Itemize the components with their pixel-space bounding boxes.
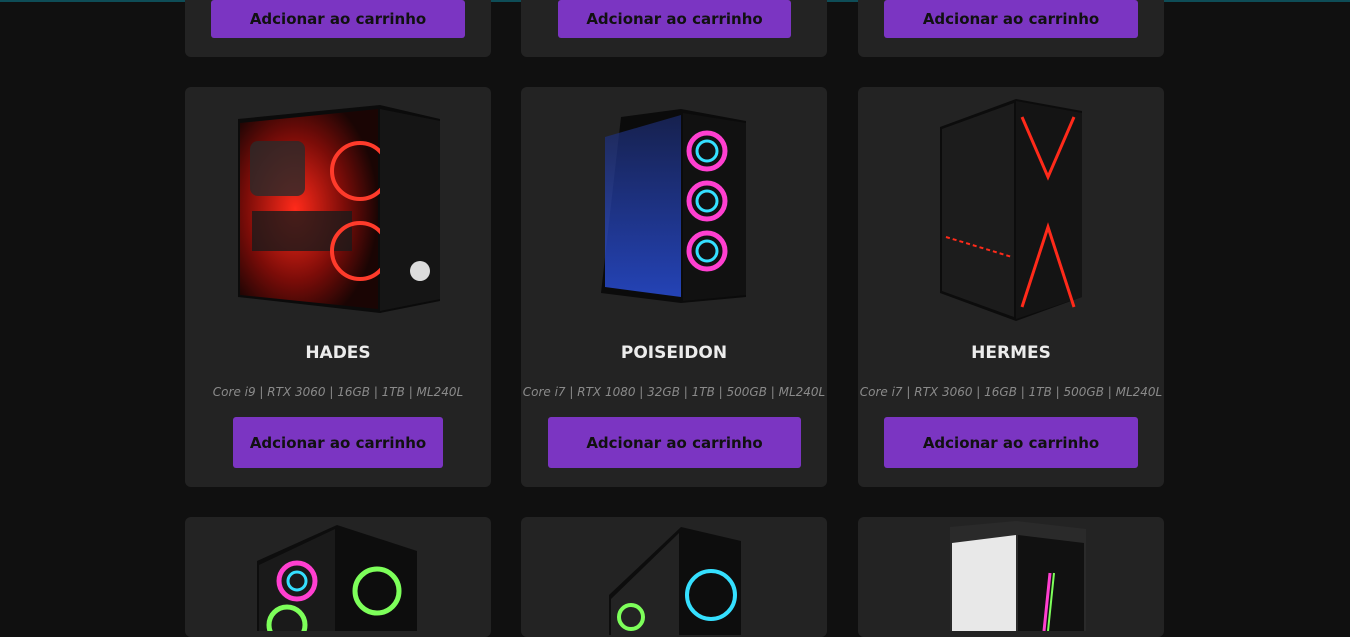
product-card — [185, 517, 491, 637]
product-card: Adcionar ao carrinho — [185, 0, 491, 57]
product-name: HADES — [305, 343, 371, 363]
pc-case-mesh-icon — [609, 527, 741, 635]
pc-case-rgb-icon — [257, 525, 417, 631]
product-card-poiseidon: POISEIDON Core i7 | RTX 1080 | 32GB | 1T… — [521, 87, 827, 487]
pc-case-red-icon — [238, 105, 440, 313]
product-card: Adcionar ao carrinho — [858, 0, 1164, 57]
product-card: Adcionar ao carrinho — [521, 0, 827, 57]
pc-case-x-light-icon — [940, 99, 1082, 321]
product-specs: Core i7 | RTX 3060 | 16GB | 1TB | 500GB … — [859, 385, 1163, 399]
add-to-cart-button[interactable]: Adcionar ao carrinho — [548, 417, 801, 468]
product-card-hermes: HERMES Core i7 | RTX 3060 | 16GB | 1TB |… — [858, 87, 1164, 487]
product-name: POISEIDON — [620, 343, 728, 363]
product-card-hades: HADES Core i9 | RTX 3060 | 16GB | 1TB | … — [185, 87, 491, 487]
product-specs: Core i9 | RTX 3060 | 16GB | 1TB | ML240L — [212, 385, 464, 399]
add-to-cart-button[interactable]: Adcionar ao carrinho — [884, 417, 1138, 468]
product-card — [521, 517, 827, 637]
add-to-cart-button[interactable]: Adcionar ao carrinho — [884, 0, 1138, 38]
pc-case-white-strip-icon — [950, 521, 1086, 631]
pc-case-rgb-fans-icon — [601, 109, 746, 303]
product-specs: Core i7 | RTX 1080 | 32GB | 1TB | 500GB … — [522, 385, 826, 399]
add-to-cart-button[interactable]: Adcionar ao carrinho — [211, 0, 465, 38]
product-card — [858, 517, 1164, 637]
product-name: HERMES — [971, 343, 1051, 363]
add-to-cart-button[interactable]: Adcionar ao carrinho — [233, 417, 443, 468]
add-to-cart-button[interactable]: Adcionar ao carrinho — [558, 0, 791, 38]
